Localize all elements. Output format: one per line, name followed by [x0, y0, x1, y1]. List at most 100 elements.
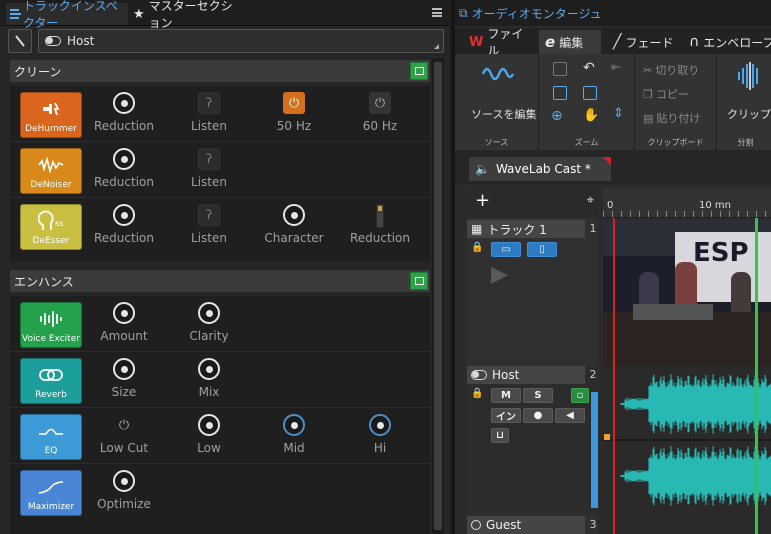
- plugin-tile-denoiser[interactable]: DeNoiser: [20, 148, 82, 194]
- inspector-scrollbar[interactable]: [432, 58, 444, 534]
- track-settings-icon[interactable]: ⌖: [587, 193, 594, 208]
- split-clip-icon[interactable]: [735, 62, 765, 90]
- listen-button[interactable]: ʔ: [198, 204, 220, 226]
- plugin-tile-reverb[interactable]: Reverb: [20, 358, 82, 404]
- track-name-bar[interactable]: Guest: [467, 516, 585, 534]
- input-button[interactable]: イン: [491, 408, 521, 423]
- section-toggle-button[interactable]: [410, 62, 428, 80]
- reduction-knob[interactable]: [113, 204, 135, 226]
- tab-envelope[interactable]: ∩ エンベロープ: [683, 30, 771, 54]
- section-body-clean: DeHummer Reduction ʔ Listen ⏻ 50 Hz ⏻ 60…: [10, 86, 430, 262]
- group-label: ズーム: [574, 138, 599, 147]
- montage-tab-bar: 🔈 WaveLab Cast *: [455, 150, 771, 184]
- split-clip-button[interactable]: クリップを分: [727, 106, 771, 122]
- 60hz-toggle[interactable]: ⏻: [369, 92, 391, 114]
- monitor-button[interactable]: ◀: [555, 408, 585, 423]
- optimize-knob[interactable]: [113, 470, 135, 492]
- ear-icon: ʔ: [205, 208, 213, 222]
- plugin-tile-deesser[interactable]: ss DeEsser: [20, 204, 82, 250]
- zoom-start-icon[interactable]: ⇤: [611, 60, 621, 74]
- plugin-tile-maximizer[interactable]: Maximizer: [20, 470, 82, 516]
- param-label: Optimize: [97, 497, 151, 511]
- tab-track-inspector[interactable]: トラックインスペクター: [6, 0, 128, 30]
- param-listen: ʔ Listen: [169, 148, 249, 189]
- paste-label: 貼り付け: [656, 112, 701, 125]
- track-name-bar[interactable]: ▦ トラック 1: [467, 220, 585, 238]
- tab-label: エンベロープ: [703, 35, 771, 50]
- reduction-knob[interactable]: [113, 148, 135, 170]
- add-track-icon[interactable]: +: [475, 190, 490, 211]
- envelope-button[interactable]: ⊔: [491, 428, 509, 443]
- montage-timeline[interactable]: 0 10 mn ESP: [603, 188, 771, 534]
- host-field[interactable]: Host: [38, 29, 444, 53]
- plugin-tile-voice-exciter[interactable]: Voice Exciter: [20, 302, 82, 348]
- hand-icon[interactable]: ✋: [583, 108, 599, 123]
- guest-track-lane[interactable]: [603, 516, 771, 534]
- video-link-button[interactable]: ▭: [491, 242, 521, 257]
- listen-button[interactable]: ʔ: [198, 148, 220, 170]
- cut-button[interactable]: ✂ 切り取り: [643, 62, 699, 78]
- undo-zoom-icon[interactable]: ↶: [583, 60, 595, 76]
- time-ruler[interactable]: 0 10 mn: [603, 188, 771, 218]
- record-button[interactable]: ●: [523, 408, 553, 423]
- edit-source-button[interactable]: ソースを編集: [471, 106, 536, 122]
- size-knob[interactable]: [113, 358, 135, 380]
- track-2-header[interactable]: Host 2 🔒 M S ▫ イン ● ◀ ⊔: [467, 366, 598, 516]
- param-clarity: Clarity: [169, 302, 249, 343]
- video-clip[interactable]: ESP: [603, 220, 771, 366]
- 50hz-toggle[interactable]: ⏻: [283, 92, 305, 114]
- hi-knob[interactable]: [369, 414, 391, 436]
- tab-master-section[interactable]: ★ マスターセクション: [130, 0, 242, 30]
- param-label: Reduction: [94, 119, 154, 133]
- low-cut-toggle[interactable]: ⏻: [113, 414, 135, 436]
- track-1-header[interactable]: ▦ トラック 1 1 🔒 ▭ ▯ ▶: [467, 220, 598, 366]
- tab-edit[interactable]: e 編集: [539, 30, 601, 54]
- lock-icon[interactable]: 🔒: [471, 242, 483, 253]
- zoom-tool-icon[interactable]: [553, 62, 567, 76]
- paste-button[interactable]: ▤ 貼り付け: [643, 110, 700, 126]
- section-header-clean[interactable]: クリーン: [10, 60, 430, 82]
- video-frame-button[interactable]: ▯: [527, 242, 557, 257]
- lock-icon[interactable]: 🔒: [471, 388, 483, 399]
- low-knob[interactable]: [198, 414, 220, 436]
- fit-all-icon[interactable]: [553, 86, 567, 100]
- track-name-bar[interactable]: Host: [467, 366, 585, 384]
- plugin-tile-eq[interactable]: EQ: [20, 414, 82, 460]
- amount-knob[interactable]: [113, 302, 135, 324]
- section-header-enhance[interactable]: エンハンス: [10, 270, 430, 292]
- track-fx-button[interactable]: ▫: [571, 388, 589, 403]
- mid-knob[interactable]: [283, 414, 305, 436]
- tab-fade[interactable]: ╱ フェード: [607, 30, 681, 54]
- vertical-zoom-icon[interactable]: ⇕: [613, 106, 624, 121]
- edit-pen-button[interactable]: [8, 29, 32, 53]
- character-knob[interactable]: [283, 204, 305, 226]
- montage-tab-wavelab-cast[interactable]: 🔈 WaveLab Cast *: [469, 157, 611, 181]
- playhead-marker[interactable]: [613, 218, 615, 534]
- speaker-icon: 🔈: [475, 162, 490, 176]
- edit-cursor[interactable]: [755, 218, 758, 534]
- zoom-in-icon[interactable]: ⊕: [551, 108, 563, 124]
- copy-button[interactable]: ❐ コピー: [643, 86, 689, 102]
- reduction-knob[interactable]: [113, 92, 135, 114]
- host-audio-clip[interactable]: [603, 366, 771, 516]
- mute-button[interactable]: M: [491, 388, 521, 403]
- svg-text:ss: ss: [55, 219, 63, 228]
- panel-menu-icon[interactable]: [432, 8, 442, 17]
- clarity-knob[interactable]: [198, 302, 220, 324]
- window-icon: [414, 67, 424, 75]
- tab-label: フェード: [625, 35, 674, 50]
- solo-button[interactable]: S: [523, 388, 553, 403]
- tab-file[interactable]: W ファイル: [463, 27, 535, 58]
- track-3-header[interactable]: Guest 3: [467, 516, 598, 534]
- scrollbar-thumb[interactable]: [434, 62, 442, 530]
- plugin-name: Reverb: [35, 390, 67, 400]
- track-list-toolbar: + ⌖: [467, 188, 598, 218]
- edit-source-icon[interactable]: [481, 62, 515, 86]
- listen-button[interactable]: ʔ: [198, 92, 220, 114]
- plugin-tile-dehummer[interactable]: DeHummer: [20, 92, 82, 138]
- bars-icon: [38, 308, 64, 330]
- tab-label: トラックインスペクター: [22, 0, 118, 30]
- fit-horizontal-icon[interactable]: [583, 86, 597, 100]
- section-toggle-button[interactable]: [410, 272, 428, 290]
- mix-knob[interactable]: [198, 358, 220, 380]
